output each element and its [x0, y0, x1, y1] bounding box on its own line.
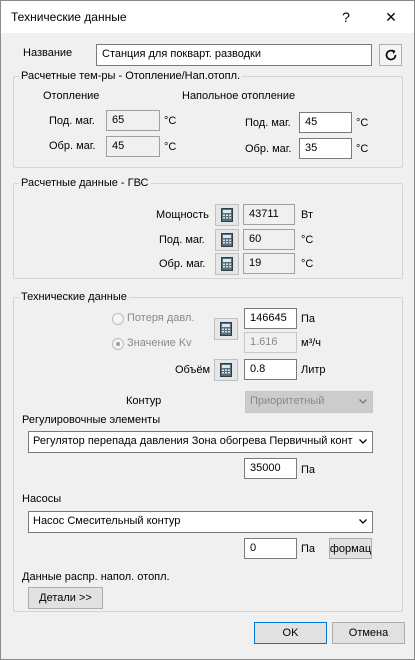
name-input[interactable]: Станция для покварт. разводки	[96, 44, 372, 66]
chevron-down-icon	[359, 439, 367, 444]
design-temps-group-label: Расчетные тем-ры - Отопление/Нап.отопл.	[19, 70, 243, 82]
dhw-supply-label: Под. маг.	[159, 234, 205, 246]
heating-supply-input[interactable]: 65	[106, 110, 160, 131]
tech-group	[13, 297, 403, 612]
close-button[interactable]: ✕	[371, 1, 411, 33]
control-elements-label: Регулировочные элементы	[22, 414, 161, 426]
distribution-label: Данные распр. напол. отопл.	[22, 571, 170, 583]
ok-button[interactable]: OK	[254, 622, 327, 644]
dhw-power-label: Мощность	[156, 209, 209, 221]
chevron-down-icon	[359, 399, 367, 404]
volume-calc-button[interactable]	[214, 359, 238, 381]
pump-pressure-input[interactable]: 0	[244, 538, 297, 559]
dialog-window: Технические данные ? ✕ Название Станция …	[0, 0, 415, 660]
pressure-calc-button[interactable]	[214, 318, 238, 340]
circuit-select[interactable]: Приоритетный	[245, 391, 373, 413]
circuit-label: Контур	[126, 395, 162, 407]
window-title: Технические данные	[11, 10, 127, 24]
heating-return-input[interactable]: 45	[106, 136, 160, 157]
calculator-icon	[221, 257, 233, 271]
control-pressure-input[interactable]: 35000	[244, 458, 297, 479]
pressure-loss-radio[interactable]	[112, 313, 124, 325]
pumps-label: Насосы	[22, 493, 62, 505]
details-button[interactable]: Детали >>	[28, 587, 103, 609]
control-element-select-value: Регулятор перепада давления Зона обогрев…	[33, 435, 353, 447]
floor-supply-unit: °C	[356, 117, 369, 129]
pump-select[interactable]: Насос Смесительный контур	[28, 511, 373, 533]
calculator-icon	[220, 363, 232, 377]
title-bar: Технические данные ? ✕	[1, 1, 414, 33]
dhw-supply-input[interactable]: 60	[243, 229, 295, 250]
name-label: Название	[23, 47, 73, 59]
refresh-button[interactable]	[379, 44, 402, 66]
volume-input[interactable]: 0.8	[244, 359, 297, 380]
kv-input[interactable]: 1.616	[244, 332, 297, 353]
dhw-supply-calc-button[interactable]	[215, 229, 239, 251]
floor-heating-label: Напольное отопление	[182, 90, 296, 102]
volume-unit: Литр	[301, 364, 326, 376]
pump-select-value: Насос Смесительный контур	[33, 515, 181, 527]
volume-label: Объём	[175, 364, 211, 376]
calculator-icon	[221, 208, 233, 222]
heating-return-unit: °C	[164, 141, 177, 153]
floor-return-input[interactable]: 35	[299, 138, 352, 159]
dhw-return-calc-button[interactable]	[215, 253, 239, 275]
cancel-button[interactable]: Отмена	[332, 622, 405, 644]
floor-supply-label: Под. маг.	[245, 117, 291, 129]
heating-supply-label: Под. маг.	[49, 115, 95, 127]
circuit-select-value: Приоритетный	[250, 395, 325, 407]
dhw-return-label: Обр. маг.	[159, 258, 206, 270]
dhw-group-label: Расчетные данные - ГВС	[19, 177, 151, 189]
dhw-supply-unit: °C	[301, 234, 314, 246]
pump-pressure-unit: Па	[301, 543, 316, 555]
heating-return-label: Обр. маг.	[49, 140, 96, 152]
dhw-power-input[interactable]: 43711	[243, 204, 295, 225]
pressure-loss-label: Потеря давл.	[127, 312, 195, 324]
heating-label: Отопление	[43, 90, 100, 102]
pressure-loss-unit: Па	[301, 313, 316, 325]
calculator-icon	[220, 322, 232, 336]
tech-group-label: Технические данные	[19, 291, 129, 303]
dhw-power-calc-button[interactable]	[215, 204, 239, 226]
control-pressure-unit: Па	[301, 464, 316, 476]
refresh-icon	[385, 49, 396, 61]
dhw-group	[13, 183, 403, 279]
kv-label: Значение Kv	[127, 337, 192, 349]
pressure-loss-input[interactable]: 146645	[244, 308, 297, 329]
heating-supply-unit: °C	[164, 115, 177, 127]
dhw-return-input[interactable]: 19	[243, 253, 295, 274]
control-element-select[interactable]: Регулятор перепада давления Зона обогрев…	[28, 431, 373, 453]
formula-button[interactable]: формац	[329, 538, 372, 559]
floor-return-unit: °C	[356, 143, 369, 155]
calculator-icon	[221, 233, 233, 247]
floor-return-label: Обр. маг.	[245, 143, 292, 155]
floor-supply-input[interactable]: 45	[299, 112, 352, 133]
dhw-power-unit: Вт	[301, 209, 314, 221]
dhw-return-unit: °C	[301, 258, 314, 270]
chevron-down-icon	[359, 519, 367, 524]
help-button[interactable]: ?	[326, 1, 366, 33]
kv-radio[interactable]	[112, 338, 124, 350]
kv-unit: м³/ч	[301, 337, 322, 349]
